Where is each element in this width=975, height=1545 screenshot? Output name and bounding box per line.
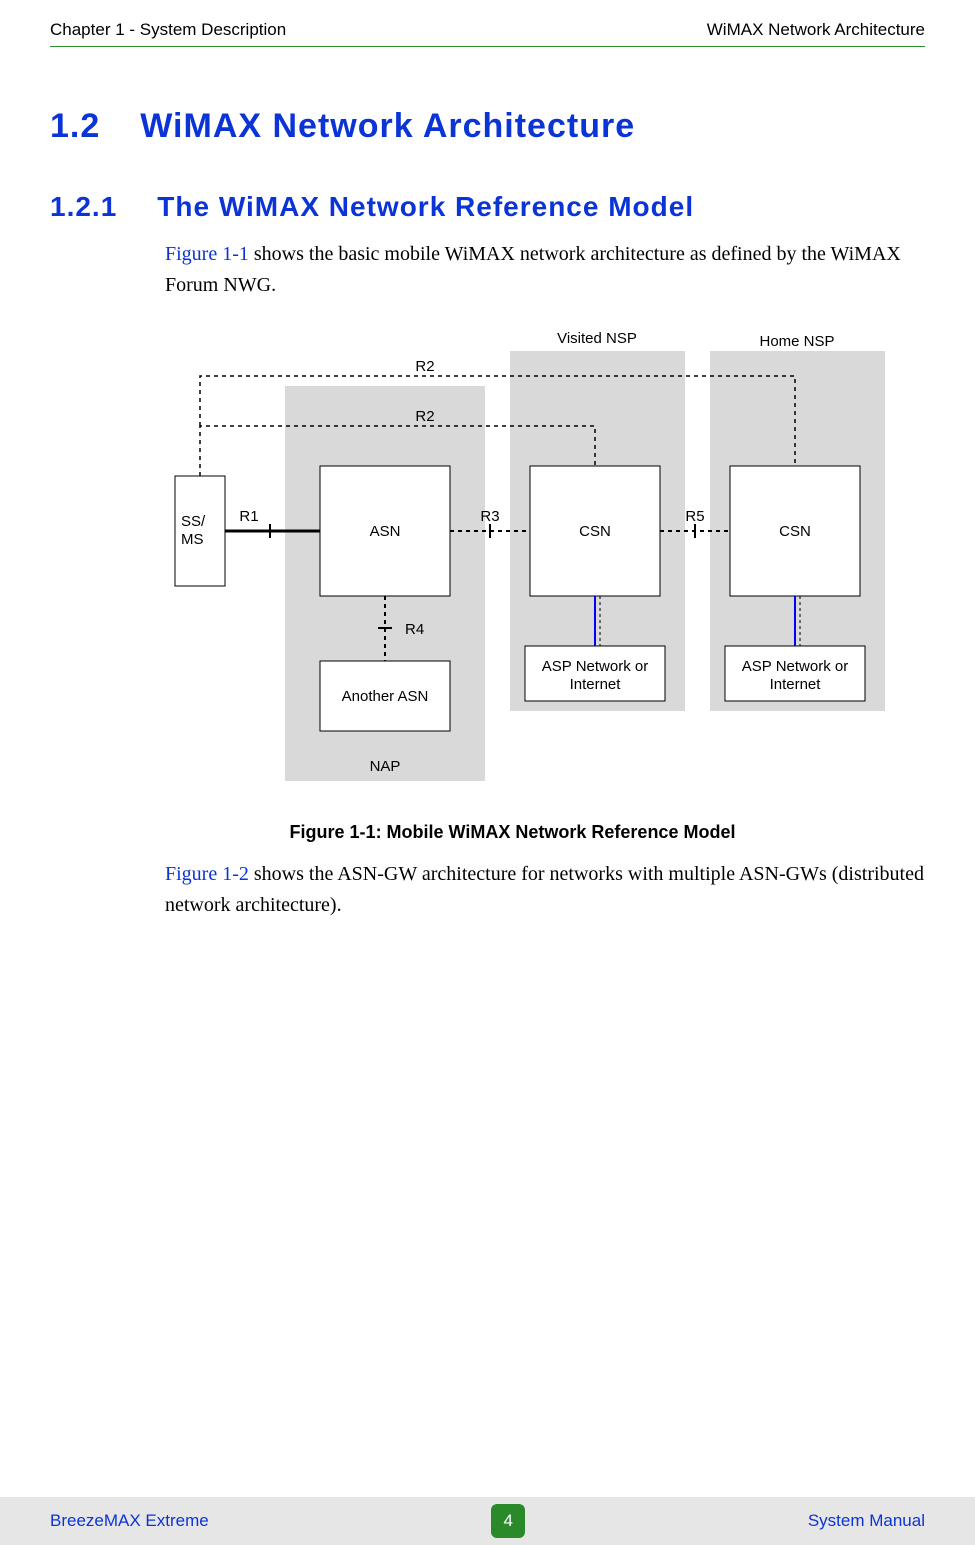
- paragraph-1-rest: shows the basic mobile WiMAX network arc…: [165, 243, 901, 296]
- label-csn-visited: CSN: [579, 523, 611, 540]
- label-asn: ASN: [370, 523, 401, 540]
- footer-left: BreezeMAX Extreme: [50, 1511, 209, 1531]
- label-r4: R4: [405, 621, 424, 638]
- label-ss-ms: SS/: [181, 513, 206, 530]
- label-r5: R5: [685, 508, 704, 525]
- running-header: Chapter 1 - System Description WiMAX Net…: [50, 20, 925, 47]
- label-asp-visited-2: Internet: [570, 676, 622, 693]
- heading-1-2-1: 1.2.1 The WiMAX Network Reference Model: [50, 191, 925, 223]
- label-ss-ms-2: MS: [181, 531, 204, 548]
- label-asp-visited-1: ASP Network or: [542, 658, 648, 675]
- page-number-badge: 4: [491, 1504, 525, 1538]
- heading-title: The WiMAX Network Reference Model: [157, 191, 694, 223]
- heading-1-2: 1.2 WiMAX Network Architecture: [50, 107, 925, 146]
- label-asp-home-1: ASP Network or: [742, 658, 848, 675]
- label-r2b: R2: [415, 358, 434, 375]
- xref-figure-1-2[interactable]: Figure 1-2: [165, 863, 249, 885]
- label-nap: NAP: [370, 758, 401, 775]
- page-footer: BreezeMAX Extreme 4 System Manual: [0, 1497, 975, 1545]
- label-r2a: R2: [415, 408, 434, 425]
- heading-title: WiMAX Network Architecture: [140, 107, 635, 146]
- heading-number: 1.2: [50, 107, 100, 146]
- label-visited-nsp: Visited NSP: [557, 330, 637, 347]
- figure-1-1-caption: Figure 1-1: Mobile WiMAX Network Referen…: [100, 822, 925, 843]
- paragraph-1: Figure 1-1 shows the basic mobile WiMAX …: [165, 239, 925, 301]
- runhead-right: WiMAX Network Architecture: [707, 20, 925, 40]
- label-asp-home-2: Internet: [770, 676, 822, 693]
- label-another-asn: Another ASN: [342, 688, 429, 705]
- figure-1-1: Visited NSP Home NSP NAP SS/ MS ASN CSN …: [165, 326, 925, 816]
- label-csn-home: CSN: [779, 523, 811, 540]
- footer-right: System Manual: [808, 1511, 925, 1531]
- runhead-left: Chapter 1 - System Description: [50, 20, 286, 40]
- paragraph-2-rest: shows the ASN-GW architecture for networ…: [165, 863, 924, 916]
- heading-number: 1.2.1: [50, 191, 117, 223]
- label-r1: R1: [239, 508, 258, 525]
- label-home-nsp: Home NSP: [759, 333, 834, 350]
- xref-figure-1-1[interactable]: Figure 1-1: [165, 243, 249, 265]
- paragraph-2: Figure 1-2 shows the ASN-GW architecture…: [165, 859, 925, 921]
- label-r3: R3: [480, 508, 499, 525]
